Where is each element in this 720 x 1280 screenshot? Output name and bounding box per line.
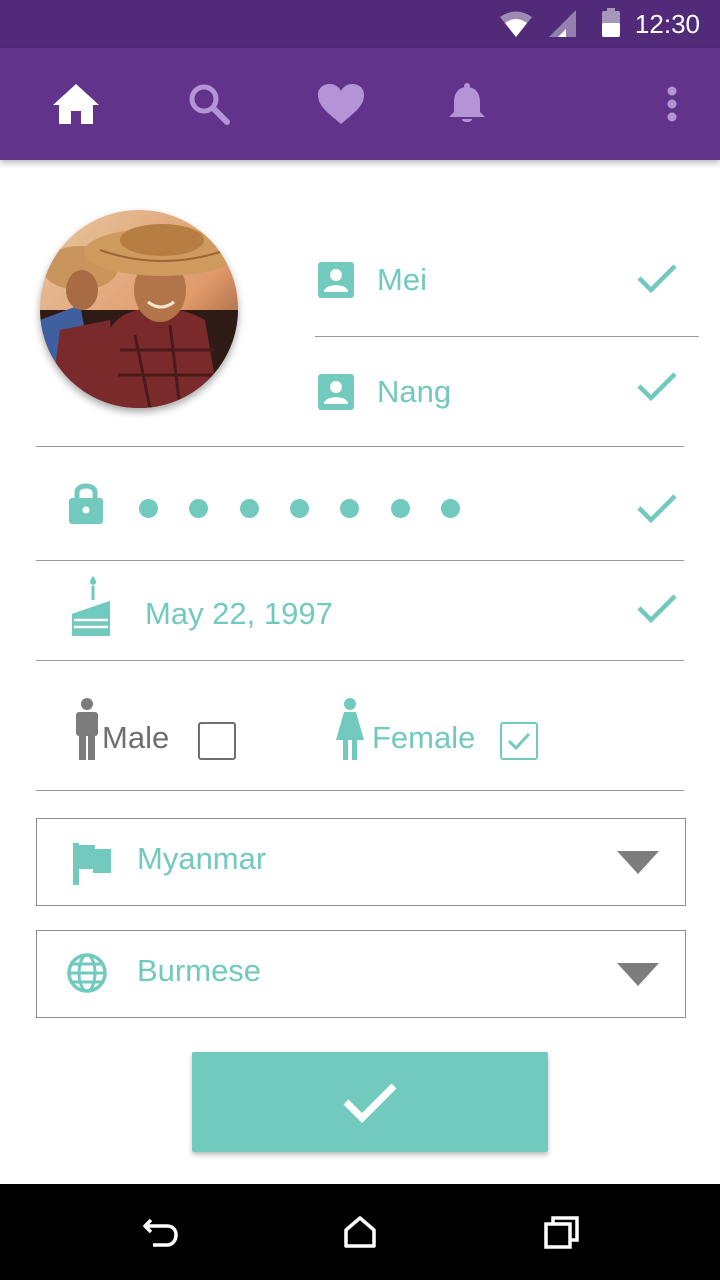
lock-icon xyxy=(69,483,103,524)
overflow-menu-button[interactable] xyxy=(640,72,704,136)
language-select[interactable]: Burmese xyxy=(36,930,686,1018)
globe-icon xyxy=(67,953,107,993)
password-dot xyxy=(139,499,158,518)
language-value: Burmese xyxy=(137,953,262,988)
bell-icon xyxy=(449,83,485,122)
check-icon xyxy=(343,1083,397,1123)
password-dot xyxy=(390,499,410,518)
signal-icon xyxy=(549,10,576,37)
recents-icon xyxy=(544,1216,579,1249)
profile-avatar[interactable] xyxy=(40,210,238,408)
home-icon xyxy=(344,1216,376,1248)
notifications-button[interactable] xyxy=(435,72,499,136)
country-value: Myanmar xyxy=(137,841,267,876)
back-button[interactable] xyxy=(136,1208,184,1256)
male-checkbox[interactable] xyxy=(198,722,236,760)
favorites-button[interactable] xyxy=(309,72,373,136)
submit-button[interactable] xyxy=(192,1052,548,1152)
check-icon xyxy=(637,264,677,294)
country-select[interactable]: Myanmar xyxy=(36,818,686,906)
password-dot xyxy=(340,499,360,518)
dropdown-arrow-icon xyxy=(617,963,659,986)
password-dot xyxy=(239,499,259,518)
password-dot xyxy=(289,499,309,518)
home-button[interactable] xyxy=(44,72,108,136)
person-icon xyxy=(318,262,354,298)
birthday-cake-icon xyxy=(71,576,111,636)
password-dot xyxy=(189,499,209,518)
female-checkbox[interactable] xyxy=(500,722,538,760)
heart-icon xyxy=(318,84,364,124)
divider xyxy=(36,660,684,661)
flag-icon xyxy=(73,843,111,885)
search-icon xyxy=(189,84,230,125)
birthday-field[interactable]: May 22, 1997 xyxy=(145,596,333,632)
check-icon xyxy=(637,372,677,402)
wifi-icon xyxy=(500,11,532,37)
password-field[interactable] xyxy=(130,488,480,530)
search-button[interactable] xyxy=(177,72,241,136)
home-icon xyxy=(53,84,99,124)
female-icon xyxy=(336,698,364,760)
divider xyxy=(315,336,699,337)
check-icon xyxy=(637,494,677,524)
female-label: Female xyxy=(372,720,476,755)
divider xyxy=(36,560,684,561)
status-bar: 12:30 xyxy=(0,0,720,48)
check-icon xyxy=(637,594,677,624)
recents-button[interactable] xyxy=(538,1208,586,1256)
app-bar xyxy=(0,48,720,160)
first-name-field[interactable]: Mei xyxy=(377,262,427,298)
battery-icon xyxy=(602,8,620,37)
password-dot xyxy=(440,499,460,518)
dropdown-arrow-icon xyxy=(617,851,659,874)
person-icon xyxy=(318,374,354,410)
check-icon xyxy=(507,732,531,751)
more-vert-icon xyxy=(667,86,677,122)
clock: 12:30 xyxy=(634,9,700,39)
male-label: Male xyxy=(102,720,170,755)
back-icon xyxy=(143,1218,178,1247)
profile-photo xyxy=(40,210,238,408)
system-nav-bar xyxy=(0,1184,720,1280)
last-name-field[interactable]: Nang xyxy=(377,374,451,410)
system-home-button[interactable] xyxy=(336,1208,384,1256)
divider xyxy=(36,790,684,791)
divider xyxy=(36,446,684,447)
male-icon xyxy=(76,698,98,760)
